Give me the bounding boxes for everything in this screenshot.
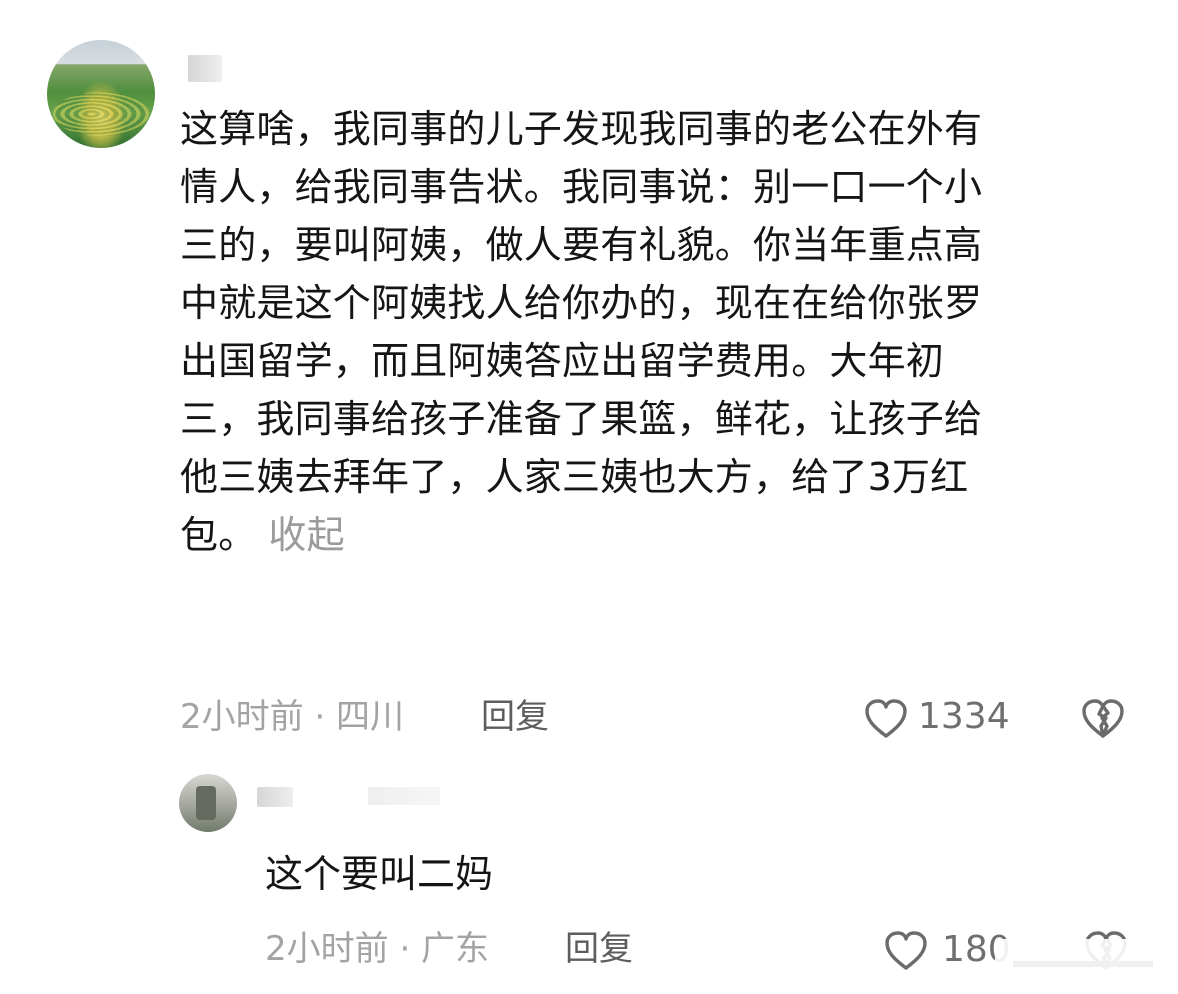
- main-comment-like-count: 1334: [918, 696, 1010, 737]
- main-comment-line-2: 情人，给我同事告状。我同事说：别一口一个小: [180, 165, 983, 209]
- reply-heart-outline-icon[interactable]: [882, 928, 930, 972]
- main-comment-line-4: 中就是这个阿姨找人给你办的，现在在给你张罗: [180, 281, 983, 325]
- main-comment-line-7: 他三姨去拜年了，人家三姨也大方，给了3万红: [180, 455, 969, 499]
- main-comment-meta: 2小时前 · 四川: [180, 697, 405, 737]
- reply-comment-meta: 2小时前 · 广东: [265, 929, 490, 969]
- reply-comment-text: 这个要叫二妈: [265, 852, 494, 896]
- main-comment-text: 这算啥，我同事的儿子发现我同事的老公在外有 情人，给我同事告状。我同事说：别一口…: [180, 100, 1120, 564]
- main-comment-line-1: 这算啥，我同事的儿子发现我同事的老公在外有: [180, 107, 983, 151]
- main-comment-line-8: 包。: [180, 513, 257, 557]
- main-comment-avatar[interactable]: [47, 40, 155, 148]
- reply-author-name[interactable]: user: [257, 787, 293, 807]
- main-comment-line-6: 三，我同事给孩子准备了果篮，鲜花，让孩子给: [180, 397, 983, 441]
- main-comment-reply-button[interactable]: 回复: [481, 700, 549, 734]
- main-comment-last-line: 包。 收起: [180, 506, 1120, 564]
- main-comment-line-5: 出国留学，而且阿姨答应出留学费用。大年初: [180, 339, 945, 383]
- heart-outline-icon[interactable]: [862, 696, 910, 740]
- reply-avatar[interactable]: [179, 774, 237, 832]
- collapse-link[interactable]: 收起: [268, 513, 344, 557]
- main-comment-line-3: 三的，要叫阿姨，做人要有礼貌。你当年重点高: [180, 223, 983, 267]
- broken-heart-icon[interactable]: [1079, 696, 1127, 740]
- watermark-overlay: [995, 939, 1171, 987]
- main-comment-author-name[interactable]: user: [188, 55, 222, 82]
- reply-comment-reply-button[interactable]: 回复: [565, 932, 633, 966]
- watermark-line: [1013, 961, 1153, 967]
- reply-author-blur: [368, 787, 440, 805]
